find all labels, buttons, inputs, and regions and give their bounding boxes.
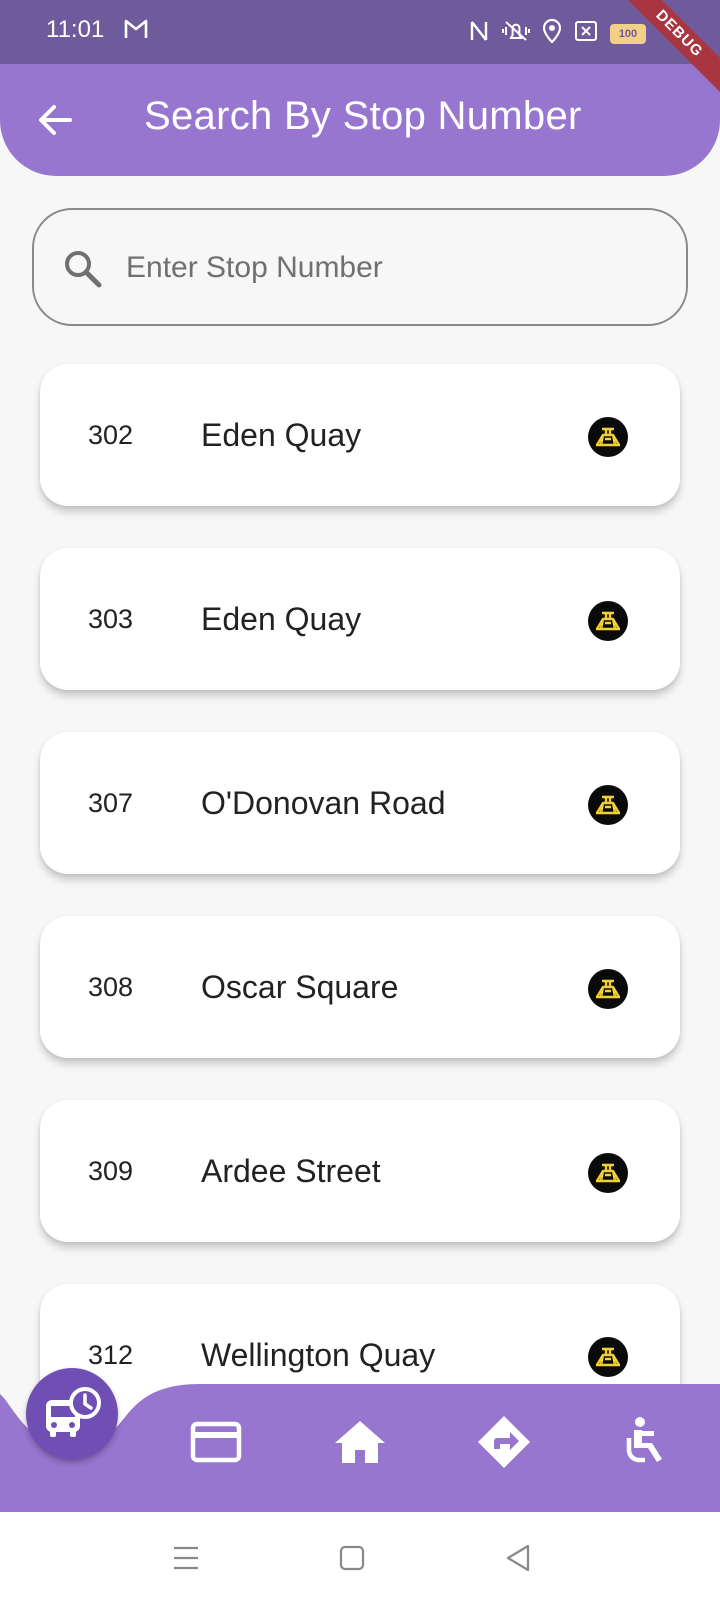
stop-card[interactable]: 302 Eden Quay (40, 364, 680, 506)
stop-name: Eden Quay (201, 601, 362, 637)
menu-icon[interactable] (166, 1538, 206, 1578)
stop-name: O'Donovan Road (201, 785, 446, 821)
gmail-icon (124, 18, 148, 45)
app-bar: Search By Stop Number (0, 64, 720, 176)
bus-clock-icon[interactable] (26, 1368, 118, 1460)
home-icon[interactable] (324, 1406, 396, 1478)
card-icon[interactable] (180, 1406, 252, 1478)
directions-icon[interactable] (468, 1406, 540, 1478)
nfc-icon (468, 18, 490, 49)
location-icon (542, 18, 562, 49)
home-square-icon[interactable] (332, 1538, 372, 1578)
search-icon (62, 248, 104, 295)
battery-icon: 100 (610, 23, 646, 44)
stop-list: 302 Eden Quay 303 Eden Quay 307 O'Donova… (40, 364, 680, 1468)
bus-operator-logo-icon (588, 417, 628, 457)
stop-card[interactable]: 309 Ardee Street (40, 1100, 680, 1242)
bus-operator-logo-icon (588, 969, 628, 1009)
bus-operator-logo-icon (588, 1337, 628, 1377)
stop-name: Oscar Square (201, 969, 399, 1005)
stop-name: Eden Quay (201, 417, 362, 453)
stop-number: 307 (88, 788, 134, 818)
search-box[interactable] (32, 208, 688, 326)
stop-name: Wellington Quay (201, 1337, 436, 1373)
page-title: Search By Stop Number (144, 94, 582, 138)
close-box-icon (574, 20, 598, 47)
stop-number: 302 (88, 420, 134, 450)
search-input[interactable] (126, 238, 646, 298)
stop-card[interactable]: 303 Eden Quay (40, 548, 680, 690)
stop-name: Ardee Street (201, 1153, 381, 1189)
back-triangle-icon[interactable] (498, 1538, 538, 1578)
accessible-icon[interactable] (612, 1406, 684, 1478)
system-nav-bar (0, 1512, 720, 1600)
status-bar: 11:01 100 DEBUG (0, 0, 720, 96)
bus-operator-logo-icon (588, 601, 628, 641)
stop-number: 303 (88, 604, 134, 634)
arrow-left-icon[interactable] (34, 98, 78, 142)
vibrate-icon (502, 18, 530, 49)
stop-number: 309 (88, 1156, 134, 1186)
stop-number: 312 (88, 1340, 134, 1370)
status-time: 11:01 (46, 16, 105, 43)
stop-card[interactable]: 307 O'Donovan Road (40, 732, 680, 874)
bus-operator-logo-icon (588, 1153, 628, 1193)
stop-number: 308 (88, 972, 134, 1002)
stop-card[interactable]: 308 Oscar Square (40, 916, 680, 1058)
bus-operator-logo-icon (588, 785, 628, 825)
